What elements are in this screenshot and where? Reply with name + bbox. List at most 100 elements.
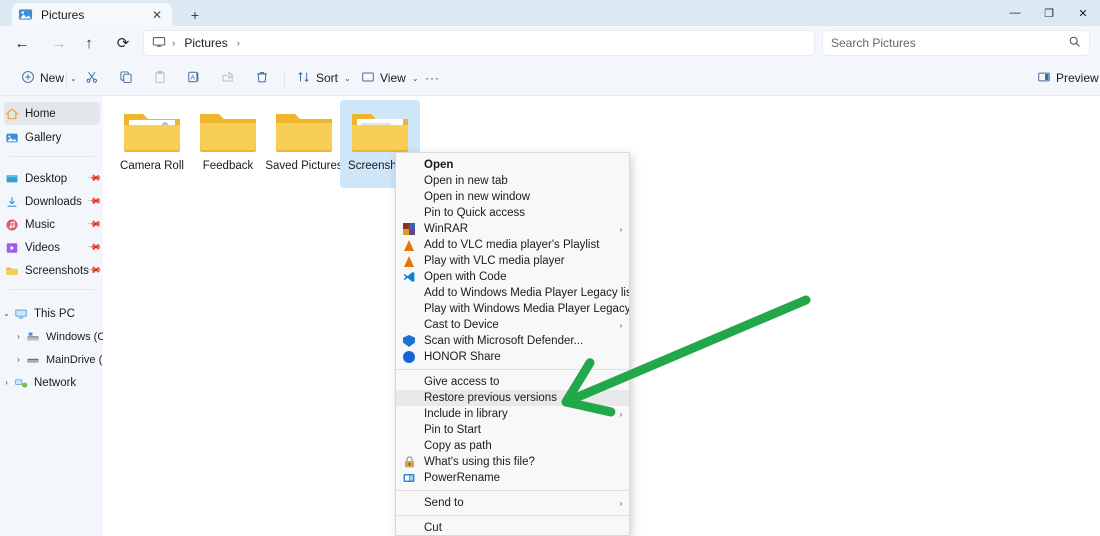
- this-pc-icon[interactable]: [152, 35, 166, 52]
- sidebar-item-maindrive-d[interactable]: › MainDrive (D:): [0, 348, 103, 371]
- menu-item-cut[interactable]: Cut: [396, 520, 629, 535]
- menu-item-label: Cast to Device: [424, 319, 499, 331]
- view-button[interactable]: View ⌄: [354, 65, 426, 91]
- no-icon: [400, 375, 418, 389]
- search-box[interactable]: Search Pictures: [822, 30, 1090, 56]
- sidebar-item-screenshots[interactable]: Screenshots 📌: [4, 259, 102, 282]
- ellipsis-icon: ···: [425, 71, 440, 85]
- no-icon: [400, 158, 418, 172]
- sidebar-item-downloads[interactable]: Downloads 📌: [4, 190, 102, 213]
- up-button[interactable]: ↑: [75, 30, 103, 56]
- menu-item-play-with-vlc[interactable]: Play with VLC media player: [396, 253, 629, 269]
- sidebar-item-network[interactable]: › Network: [0, 371, 100, 394]
- back-button[interactable]: ←: [8, 30, 36, 56]
- pin-icon[interactable]: 📌: [87, 171, 102, 187]
- minimize-button[interactable]: —: [998, 0, 1032, 26]
- desktop-icon: [4, 171, 20, 187]
- menu-item-label: Add to Windows Media Player Legacy list: [424, 287, 630, 299]
- menu-item-send-to[interactable]: Send to ›: [396, 495, 629, 511]
- menu-item-include-in-library[interactable]: Include in library ›: [396, 406, 629, 422]
- menu-item-pin-to-start[interactable]: Pin to Start: [396, 422, 629, 438]
- cut-button[interactable]: [78, 65, 106, 91]
- new-button-label: New: [40, 71, 65, 85]
- menu-item-label: WinRAR: [424, 223, 469, 235]
- refresh-button[interactable]: ⟳: [109, 30, 137, 56]
- vlc-icon: [400, 238, 418, 252]
- copy-button[interactable]: [112, 65, 140, 91]
- menu-item-honor-share[interactable]: HONOR Share: [396, 349, 629, 365]
- forward-button[interactable]: →: [45, 30, 73, 56]
- address-bar[interactable]: › Pictures ›: [143, 30, 815, 56]
- tab-pictures[interactable]: Pictures ✕: [12, 3, 172, 26]
- sidebar-item-music[interactable]: Music 📌: [4, 213, 102, 236]
- pin-icon[interactable]: 📌: [87, 263, 102, 279]
- menu-item-pin-to-quick-access[interactable]: Pin to Quick access: [396, 205, 629, 221]
- menu-item-give-access-to[interactable]: Give access to: [396, 374, 629, 390]
- menu-item-label: Scan with Microsoft Defender...: [424, 335, 584, 347]
- sidebar-item-desktop[interactable]: Desktop 📌: [4, 167, 102, 190]
- menu-item-label: Play with VLC media player: [424, 255, 565, 267]
- folder-icon: [4, 263, 20, 279]
- file-item-feedback[interactable]: Feedback: [188, 100, 268, 188]
- breadcrumb-separator-2[interactable]: ›: [237, 38, 240, 49]
- sidebar-item-gallery[interactable]: Gallery: [4, 126, 100, 149]
- new-tab-button[interactable]: +: [185, 5, 205, 24]
- menu-item-add-to-vlc-playlist[interactable]: Add to VLC media player's Playlist: [396, 237, 629, 253]
- view-button-label: View: [380, 71, 406, 85]
- sidebar-item-videos[interactable]: Videos 📌: [4, 236, 102, 259]
- folder-with-photo-icon: [121, 106, 183, 156]
- new-button[interactable]: New ⌄: [14, 65, 84, 91]
- no-icon: [400, 302, 418, 316]
- menu-item-label: Add to VLC media player's Playlist: [424, 239, 600, 251]
- menu-item-cast-to-device[interactable]: Cast to Device ›: [396, 317, 629, 333]
- paste-button[interactable]: [146, 65, 174, 91]
- file-item-camera-roll[interactable]: Camera Roll: [112, 100, 192, 188]
- breadcrumb-pictures[interactable]: Pictures: [181, 35, 230, 51]
- file-item-saved-pictures[interactable]: Saved Pictures: [264, 100, 344, 188]
- pin-icon[interactable]: 📌: [87, 217, 102, 233]
- context-menu[interactable]: Open Open in new tab Open in new window …: [395, 152, 630, 536]
- menu-item-powerrename[interactable]: PowerRename: [396, 470, 629, 486]
- chevron-right-icon[interactable]: ›: [12, 355, 25, 364]
- close-window-button[interactable]: ✕: [1066, 0, 1100, 26]
- menu-item-open-in-new-tab[interactable]: Open in new tab: [396, 173, 629, 189]
- search-input[interactable]: Search Pictures: [831, 36, 1068, 50]
- lock-icon: [400, 455, 418, 469]
- pin-icon[interactable]: 📌: [87, 240, 102, 256]
- rename-button[interactable]: A: [180, 65, 208, 91]
- menu-item-open-in-new-window[interactable]: Open in new window: [396, 189, 629, 205]
- share-button[interactable]: [214, 65, 242, 91]
- submenu-arrow-icon: ›: [619, 224, 623, 234]
- menu-item-label: Open with Code: [424, 271, 507, 283]
- sidebar-item-home[interactable]: Home: [4, 102, 100, 125]
- menu-item-copy-as-path[interactable]: Copy as path: [396, 438, 629, 454]
- maximize-button[interactable]: ❐: [1032, 0, 1066, 26]
- menu-item-open[interactable]: Open: [396, 157, 629, 173]
- more-options-button[interactable]: ···: [418, 65, 447, 91]
- scissors-icon: [85, 70, 99, 86]
- menu-item-add-to-wmp-legacy-list[interactable]: Add to Windows Media Player Legacy list: [396, 285, 629, 301]
- pin-icon[interactable]: 📌: [87, 194, 102, 210]
- navigation-pane: Home Gallery Desktop 📌 Downloads 📌 Music…: [0, 96, 103, 536]
- menu-item-whats-using-this-file[interactable]: What's using this file?: [396, 454, 629, 470]
- menu-item-winrar[interactable]: WinRAR ›: [396, 221, 629, 237]
- sidebar-item-label: Videos: [25, 241, 60, 254]
- pictures-icon: [18, 7, 33, 22]
- chevron-right-icon[interactable]: ›: [0, 378, 13, 387]
- close-tab-icon[interactable]: ✕: [148, 6, 166, 24]
- delete-button[interactable]: [248, 65, 276, 91]
- sidebar-item-this-pc[interactable]: ⌄ This PC: [0, 302, 100, 325]
- home-icon: [4, 106, 20, 122]
- sort-button[interactable]: Sort ⌄: [290, 65, 358, 91]
- chevron-right-icon[interactable]: ›: [12, 332, 25, 341]
- sidebar-item-windows-c[interactable]: › Windows (C:): [0, 325, 103, 348]
- chevron-down-icon[interactable]: ⌄: [0, 309, 13, 318]
- menu-item-open-with-code[interactable]: Open with Code: [396, 269, 629, 285]
- preview-pane-button[interactable]: Preview: [1030, 65, 1100, 91]
- menu-item-scan-with-defender[interactable]: Scan with Microsoft Defender...: [396, 333, 629, 349]
- sidebar-item-label: Screenshots: [25, 264, 89, 277]
- menu-item-play-with-wmp-legacy[interactable]: Play with Windows Media Player Legacy: [396, 301, 629, 317]
- no-icon: [400, 391, 418, 405]
- menu-item-restore-previous-versions[interactable]: Restore previous versions: [396, 390, 629, 406]
- network-icon: [13, 375, 29, 391]
